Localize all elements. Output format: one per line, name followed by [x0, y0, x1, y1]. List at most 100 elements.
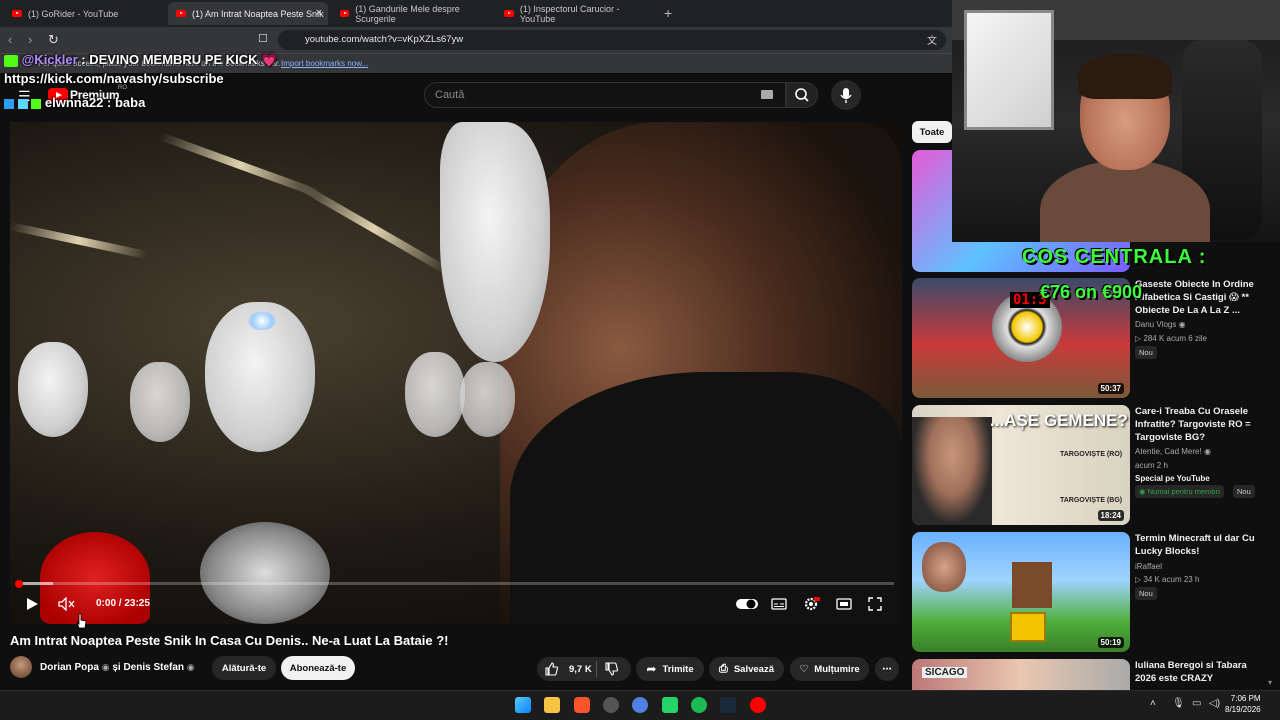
- recommended-video-title[interactable]: Care-i Treaba Cu Orasele Infratite? Targ…: [1135, 405, 1275, 444]
- title-line[interactable]: Iuliana Beregoi si Tabara: [1135, 659, 1275, 672]
- dislike-icon[interactable]: [605, 662, 619, 676]
- recommended-video-title[interactable]: Iuliana Beregoi si Tabara 2026 este CRAZ…: [1135, 659, 1275, 685]
- whatsapp-icon[interactable]: [662, 697, 678, 713]
- youtube-favicon-icon: [340, 10, 350, 17]
- share-icon: ➦: [646, 662, 657, 676]
- keyboard-icon[interactable]: [761, 90, 773, 99]
- search-button[interactable]: [786, 82, 818, 108]
- channel-collab[interactable]: și Denis Stefan: [112, 662, 184, 673]
- save-icon: ⎙: [719, 662, 728, 675]
- youtube-app-icon[interactable]: [750, 697, 766, 713]
- video-thumbnail[interactable]: SICAGO: [912, 659, 1130, 690]
- tab-current-video[interactable]: (1) Am Intrat Noaptea Peste Snik ×: [168, 2, 328, 25]
- duration-badge: 50:37: [1097, 383, 1124, 394]
- save-button[interactable]: ⎙ Salvează: [709, 657, 784, 681]
- subscribe-button[interactable]: Abonează-te: [281, 656, 355, 680]
- forward-icon[interactable]: ›: [28, 32, 32, 47]
- close-tab-icon[interactable]: ×: [316, 7, 322, 19]
- minecraft-character: [1012, 562, 1052, 608]
- reload-icon[interactable]: ↻: [48, 32, 59, 48]
- back-icon[interactable]: ‹: [8, 32, 12, 47]
- join-button[interactable]: Alătură-te: [212, 656, 276, 680]
- autoplay-toggle-icon[interactable]: [736, 598, 758, 610]
- title-line[interactable]: Termin Minecraft ul dar Cu: [1135, 532, 1275, 545]
- channel-name[interactable]: Atentie, Cad Mere! ◉: [1135, 447, 1211, 456]
- like-icon[interactable]: [545, 662, 559, 676]
- title-line[interactable]: 2026 este CRAZY: [1135, 672, 1275, 685]
- channel-name[interactable]: Danu Vlogs ◉: [1135, 320, 1186, 329]
- channel-label[interactable]: Danu Vlogs: [1135, 320, 1176, 329]
- verified-icon: ◉: [1178, 320, 1186, 329]
- filter-chip-all[interactable]: Toate: [912, 121, 952, 143]
- members-icon: ◉: [1139, 487, 1146, 496]
- video-thumbnail[interactable]: ...AȘE GEMENE? TARGOVIȘTE (RO) TARGOVIȘT…: [912, 405, 1130, 525]
- channel-primary[interactable]: Dorian Popa: [40, 662, 99, 673]
- spotify-icon[interactable]: [691, 697, 707, 713]
- fullscreen-icon[interactable]: [868, 597, 882, 611]
- channel-avatar[interactable]: [10, 656, 32, 678]
- browser-tab-bar: (1) GoRider - YouTube (1) Am Intrat Noap…: [0, 0, 952, 27]
- share-button[interactable]: ➦ Trimite: [636, 657, 704, 681]
- recommended-video-title[interactable]: Gaseste Obiecte In Ordine Alfabetica Si …: [1135, 278, 1275, 317]
- recommended-video-title[interactable]: Termin Minecraft ul dar Cu Lucky Blocks!: [1135, 532, 1275, 558]
- title-line[interactable]: Lucky Blocks!: [1135, 545, 1275, 558]
- channel-name[interactable]: iRaffael: [1135, 562, 1162, 571]
- more-actions-button[interactable]: ⋯: [875, 657, 899, 681]
- file-explorer-icon[interactable]: [544, 697, 560, 713]
- kick-badge-icon: [4, 54, 18, 67]
- network-icon[interactable]: ▭: [1192, 698, 1201, 709]
- video-thumbnail[interactable]: 50:19: [912, 532, 1130, 652]
- title-line[interactable]: Obiecte De La A La Z ...: [1135, 304, 1275, 317]
- verified-icon: ◉: [101, 662, 110, 672]
- channel-name[interactable]: Dorian Popa ◉ și Denis Stefan ◉: [40, 662, 195, 673]
- new-tab-button[interactable]: +: [664, 5, 672, 21]
- play-icon[interactable]: [25, 597, 39, 611]
- app-icon[interactable]: [603, 697, 619, 713]
- bookmark-icon[interactable]: ☐: [258, 32, 268, 45]
- white-mask: [440, 122, 550, 362]
- thumbnail-title: ...AȘE GEMENE?: [990, 411, 1128, 430]
- system-clock[interactable]: 7:06 PM 8/19/2026: [1225, 693, 1261, 715]
- search-input[interactable]: [424, 82, 786, 108]
- scroll-down-icon[interactable]: ▾: [1268, 678, 1278, 688]
- title-line[interactable]: Infratite? Targoviste RO =: [1135, 418, 1275, 431]
- tray-chevron-icon[interactable]: ˄: [1150, 698, 1156, 709]
- settings-icon[interactable]: [803, 596, 821, 612]
- title-line[interactable]: Alfabetica Si Castigi 😱 **: [1135, 291, 1275, 304]
- title-line[interactable]: Targoviste BG?: [1135, 431, 1275, 444]
- scrubber-handle[interactable]: [15, 580, 23, 588]
- title-line[interactable]: Care-i Treaba Cu Orasele: [1135, 405, 1275, 418]
- like-count[interactable]: 9,7 K: [569, 664, 592, 675]
- voice-search-button[interactable]: [831, 80, 861, 110]
- miniplayer-icon[interactable]: [836, 598, 852, 610]
- steam-icon[interactable]: [720, 697, 736, 713]
- channel-label[interactable]: Atentie, Cad Mere!: [1135, 447, 1202, 456]
- new-badge: Nou: [1233, 485, 1255, 498]
- thanks-button[interactable]: ♡ Mulțumire: [790, 657, 869, 681]
- subtitles-icon[interactable]: [771, 598, 787, 610]
- title-line[interactable]: Gaseste Obiecte In Ordine: [1135, 278, 1275, 291]
- chat-message: @Kickler : DEVINO MEMBRU PE KICK 💗: [4, 52, 277, 68]
- app-icon[interactable]: [632, 697, 648, 713]
- url-text[interactable]: youtube.com/watch?v=vKpXZLs67yw: [305, 34, 463, 45]
- thanks-label: Mulțumire: [814, 663, 860, 675]
- start-icon[interactable]: [515, 697, 531, 713]
- progress-bar[interactable]: [18, 582, 894, 585]
- video-player[interactable]: [10, 122, 902, 624]
- tab-label: (1) GoRider - YouTube: [28, 8, 119, 19]
- tab-gandurile[interactable]: (1) Gandurile Mele despre Scurgerile: [332, 2, 492, 25]
- tab-inspectorul[interactable]: (1) Inspectorul Carucior - YouTube: [496, 2, 656, 25]
- translate-icon[interactable]: 文: [927, 32, 937, 47]
- streamer: [1040, 54, 1210, 242]
- tab-goride[interactable]: (1) GoRider - YouTube: [4, 2, 164, 25]
- streamer-body: [1040, 160, 1210, 242]
- import-bookmarks-link[interactable]: Import bookmarks now...: [281, 59, 368, 68]
- red-megaphone: [40, 532, 150, 624]
- brave-browser-icon[interactable]: [574, 697, 590, 713]
- mute-icon[interactable]: [58, 597, 76, 611]
- microphone-tray-icon[interactable]: 🎙: [1172, 698, 1185, 709]
- mouse-cursor-icon: [76, 613, 87, 629]
- clock-date: 8/19/2026: [1225, 705, 1261, 714]
- volume-icon[interactable]: ◁): [1209, 698, 1220, 709]
- white-mask: [460, 362, 515, 437]
